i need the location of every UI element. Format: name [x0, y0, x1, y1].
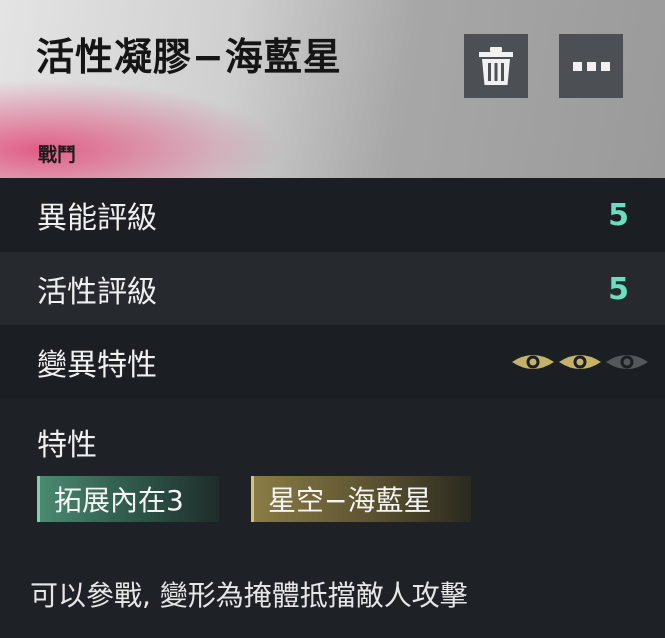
stat-label: 異能評級: [37, 201, 157, 236]
stat-value: 5: [608, 197, 629, 233]
stat-row-activity-rating: 活性評級 5: [0, 252, 665, 326]
trait-tag[interactable]: 星空−海藍星: [251, 476, 471, 522]
mutation-label: 變異特性: [37, 348, 157, 383]
stat-row-ability-rating: 異能評級 5: [0, 178, 665, 252]
more-options-button[interactable]: [559, 34, 623, 98]
trait-tag-label: 拓展內在3: [54, 484, 184, 517]
eye-icon: [512, 355, 554, 369]
trait-tag[interactable]: 拓展內在3: [37, 476, 219, 522]
traits-title: 特性: [37, 428, 97, 463]
stat-row-mutation: 變異特性: [0, 325, 665, 399]
mutation-level-indicator: [511, 351, 649, 373]
item-header: 活性凝膠−海藍星 戰鬥: [0, 0, 665, 178]
item-description: 可以參戰, 變形為掩體抵擋敵人攻擊: [30, 579, 468, 612]
delete-button[interactable]: [464, 34, 528, 98]
trait-tag-label: 星空−海藍星: [268, 484, 432, 517]
stat-label: 活性評級: [37, 275, 157, 310]
more-icon: [572, 61, 610, 71]
trash-icon: [479, 47, 513, 85]
eye-icon: [559, 355, 601, 369]
traits-section: 特性 拓展內在3 星空−海藍星 可以參戰, 變形為掩體抵擋敵人攻擊: [0, 398, 665, 638]
item-title: 活性凝膠−海藍星: [36, 35, 342, 79]
stat-value: 5: [608, 271, 629, 307]
eye-icon: [606, 355, 648, 369]
category-label: 戰鬥: [38, 144, 77, 166]
